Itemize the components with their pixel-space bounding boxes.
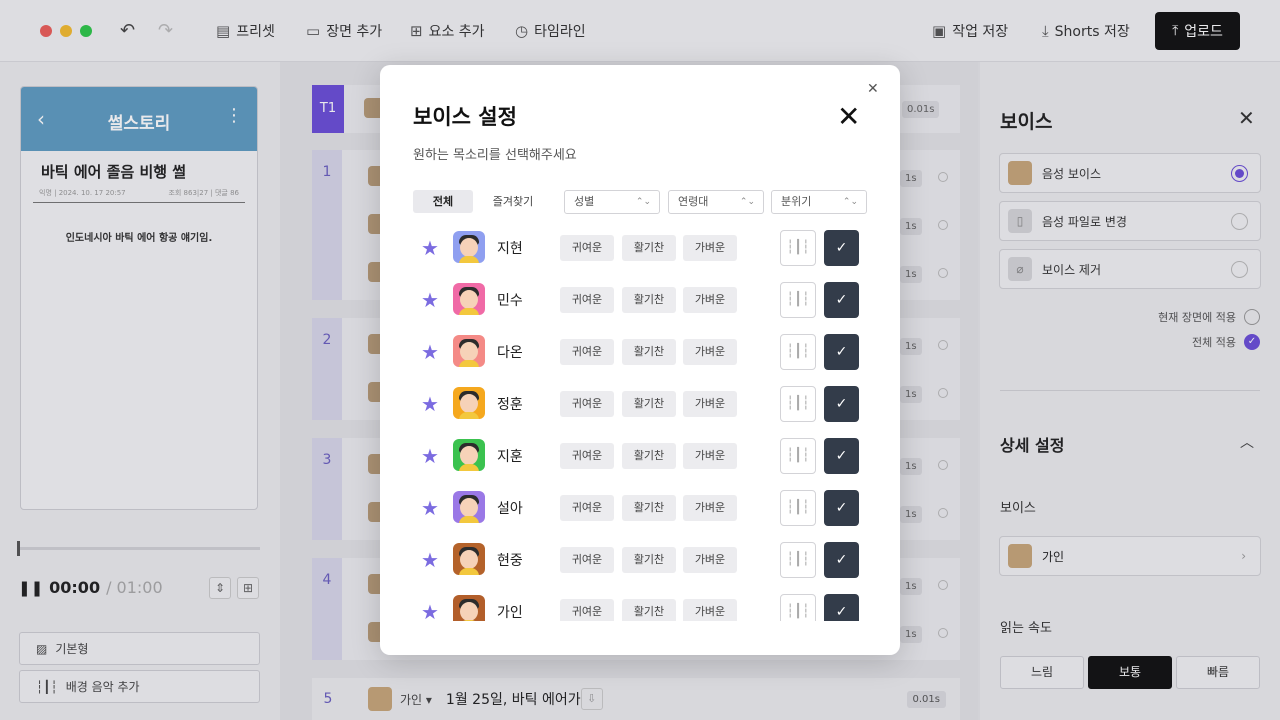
voice-name: 현중 [497, 553, 523, 569]
waveform-icon[interactable]: ┆┃┆ [780, 282, 816, 318]
star-icon[interactable]: ★ [421, 444, 439, 468]
voice-row[interactable]: ★ 지현 귀여운 활기찬 가벼운 ┆┃┆ ✓ [413, 225, 873, 277]
select-voice-button[interactable]: ✓ [824, 334, 859, 370]
tag-chip: 귀여운 [560, 547, 614, 573]
tag-chip: 귀여운 [560, 599, 614, 621]
tag-chip: 가벼운 [683, 391, 737, 417]
close-icon[interactable]: ✕ [837, 103, 860, 131]
tag-chip: 활기찬 [622, 235, 676, 261]
select-voice-button[interactable]: ✓ [824, 386, 859, 422]
tag-chip: 가벼운 [683, 599, 737, 621]
voice-name: 가인 [497, 605, 523, 621]
tag-chip: 활기찬 [622, 547, 676, 573]
tag-chip: 가벼운 [683, 287, 737, 313]
avatar [453, 231, 485, 263]
voice-row[interactable]: ★ 지훈 귀여운 활기찬 가벼운 ┆┃┆ ✓ [413, 433, 873, 485]
star-icon[interactable]: ★ [421, 548, 439, 572]
voice-settings-modal: ✕ 보이스 설정 ✕ 원하는 목소리를 선택해주세요 전체 즐겨찾기 성별 ⌃⌄ … [380, 65, 900, 655]
sort-icon: ⌃⌄ [739, 197, 755, 207]
waveform-icon[interactable]: ┆┃┆ [780, 334, 816, 370]
tag-chip: 가벼운 [683, 235, 737, 261]
waveform-icon[interactable]: ┆┃┆ [780, 386, 816, 422]
tag-chip: 귀여운 [560, 235, 614, 261]
voice-row[interactable]: ★ 정훈 귀여운 활기찬 가벼운 ┆┃┆ ✓ [413, 381, 873, 433]
star-icon[interactable]: ★ [421, 236, 439, 260]
voice-row[interactable]: ★ 민수 귀여운 활기찬 가벼운 ┆┃┆ ✓ [413, 277, 873, 329]
sort-icon: ⌃⌄ [842, 197, 858, 207]
tag-chip: 활기찬 [622, 339, 676, 365]
voice-name: 지현 [497, 241, 523, 257]
tag-chip: 귀여운 [560, 339, 614, 365]
modal-title: 보이스 설정 [413, 105, 517, 129]
select-voice-button[interactable]: ✓ [824, 230, 859, 266]
tag-chip: 귀여운 [560, 443, 614, 469]
tab-all[interactable]: 전체 [413, 190, 473, 213]
star-icon[interactable]: ★ [421, 600, 439, 621]
voice-name: 민수 [497, 293, 523, 309]
voice-name: 다온 [497, 345, 523, 361]
voice-name: 정훈 [497, 397, 523, 413]
tab-favorites[interactable]: 즐겨찾기 [480, 190, 546, 213]
select-voice-button[interactable]: ✓ [824, 490, 859, 526]
select-voice-button[interactable]: ✓ [824, 438, 859, 474]
waveform-icon[interactable]: ┆┃┆ [780, 438, 816, 474]
avatar [453, 491, 485, 523]
avatar [453, 439, 485, 471]
tag-chip: 가벼운 [683, 495, 737, 521]
star-icon[interactable]: ★ [421, 496, 439, 520]
avatar [453, 283, 485, 315]
tag-chip: 활기찬 [622, 443, 676, 469]
avatar [453, 595, 485, 621]
tag-chip: 활기찬 [622, 391, 676, 417]
select-voice-button[interactable]: ✓ [824, 542, 859, 578]
waveform-icon[interactable]: ┆┃┆ [780, 230, 816, 266]
voice-row[interactable]: ★ 가인 귀여운 활기찬 가벼운 ┆┃┆ ✓ [413, 589, 873, 621]
voice-row[interactable]: ★ 설아 귀여운 활기찬 가벼운 ┆┃┆ ✓ [413, 485, 873, 537]
avatar [453, 387, 485, 419]
voice-row[interactable]: ★ 다온 귀여운 활기찬 가벼운 ┆┃┆ ✓ [413, 329, 873, 381]
select-voice-button[interactable]: ✓ [824, 594, 859, 621]
waveform-icon[interactable]: ┆┃┆ [780, 594, 816, 621]
mood-filter[interactable]: 분위기 ⌃⌄ [771, 190, 867, 214]
close-icon[interactable]: ✕ [867, 81, 879, 97]
waveform-icon[interactable]: ┆┃┆ [780, 542, 816, 578]
select-voice-button[interactable]: ✓ [824, 282, 859, 318]
star-icon[interactable]: ★ [421, 288, 439, 312]
tag-chip: 귀여운 [560, 495, 614, 521]
modal-subtitle: 원하는 목소리를 선택해주세요 [413, 148, 577, 163]
avatar [453, 335, 485, 367]
tag-chip: 귀여운 [560, 391, 614, 417]
voice-name: 지훈 [497, 449, 523, 465]
waveform-icon[interactable]: ┆┃┆ [780, 490, 816, 526]
tag-chip: 가벼운 [683, 547, 737, 573]
voice-list: ★ 지현 귀여운 활기찬 가벼운 ┆┃┆ ✓ ★ 민수 귀여운 활기찬 가벼운 ┆┃┆ ✓ ★ 다온 귀여운 활기… [413, 225, 873, 621]
voice-row[interactable]: ★ 현중 귀여운 활기찬 가벼운 ┆┃┆ ✓ [413, 537, 873, 589]
tag-chip: 활기찬 [622, 495, 676, 521]
sort-icon: ⌃⌄ [635, 197, 651, 207]
avatar [453, 543, 485, 575]
tag-chip: 귀여운 [560, 287, 614, 313]
gender-filter[interactable]: 성별 ⌃⌄ [564, 190, 660, 214]
tag-chip: 가벼운 [683, 339, 737, 365]
star-icon[interactable]: ★ [421, 340, 439, 364]
tag-chip: 활기찬 [622, 599, 676, 621]
voice-name: 설아 [497, 501, 523, 517]
tag-chip: 가벼운 [683, 443, 737, 469]
age-filter[interactable]: 연령대 ⌃⌄ [668, 190, 764, 214]
star-icon[interactable]: ★ [421, 392, 439, 416]
tag-chip: 활기찬 [622, 287, 676, 313]
